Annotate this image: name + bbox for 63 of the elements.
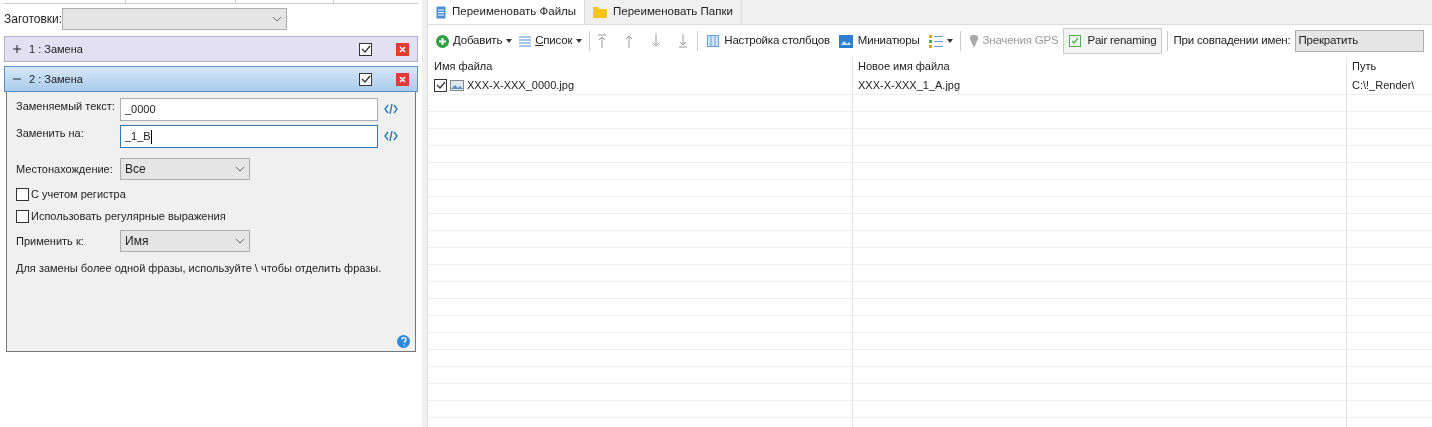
view-options-button[interactable]	[928, 34, 953, 48]
row-checkbox[interactable]	[434, 78, 447, 92]
rule-title: 1 : Замена	[29, 41, 84, 57]
list-button[interactable]: Список	[519, 32, 583, 50]
enable-checkbox[interactable]	[359, 72, 372, 86]
delete-icon[interactable]	[396, 42, 409, 56]
document-icon	[436, 5, 446, 19]
column-header[interactable]: Путь	[1346, 57, 1432, 76]
chevron-down-icon	[235, 166, 245, 172]
image-icon	[838, 34, 853, 48]
delete-icon[interactable]	[396, 72, 409, 86]
list-icon	[519, 35, 532, 47]
thumbnails-button[interactable]: Миниатюры	[838, 32, 920, 50]
conflict-dropdown[interactable]: Прекратить	[1295, 30, 1424, 52]
image-file-icon	[450, 79, 464, 91]
table-cell-text: XXX-X-XXX_0000.jpg	[467, 77, 574, 93]
option-checkbox[interactable]	[16, 187, 29, 201]
columns-icon	[707, 35, 720, 47]
field-label: Заменяемый текст:	[16, 99, 116, 113]
table-cell-text: C:\!_Render\	[1352, 77, 1415, 93]
text-field[interactable]: _0000	[120, 98, 378, 121]
presets-label: Заготовки:	[4, 11, 63, 28]
field-label: Заменить на:	[16, 126, 85, 140]
folder-icon	[593, 6, 608, 18]
column-header[interactable]: Имя файла	[428, 57, 852, 76]
caret-icon	[946, 39, 953, 43]
pair-renaming-button[interactable]: Pair renaming	[1063, 28, 1163, 54]
minus-icon[interactable]	[13, 75, 21, 83]
caret-icon	[576, 39, 583, 43]
table-cell-text: XXX-X-XXX_1_A.jpg	[858, 77, 961, 93]
check-icon	[1069, 35, 1082, 47]
location-pin-icon	[969, 34, 978, 48]
location-dropdown[interactable]: Все	[120, 158, 250, 180]
text-field[interactable]: _1_B	[120, 125, 378, 148]
location-label: Местонахождение:	[16, 161, 114, 177]
move-bottom-icon[interactable]	[678, 34, 689, 48]
enable-checkbox[interactable]	[359, 42, 372, 56]
apply-to-label: Применить к:	[16, 233, 85, 249]
rule-header[interactable]: 1 : Замена	[4, 36, 418, 62]
move-down-icon[interactable]	[651, 34, 662, 48]
conflict-label: При совпадении имен:	[1173, 33, 1291, 49]
option-checkbox[interactable]	[16, 209, 29, 223]
apply-to-dropdown[interactable]: Имя	[120, 230, 250, 252]
add-button[interactable]: Добавить	[436, 32, 513, 50]
columns-button[interactable]: Настройка столбцов	[707, 32, 830, 50]
move-top-icon[interactable]	[597, 34, 608, 48]
chevron-down-icon	[235, 238, 245, 244]
rule-header[interactable]: 2 : Замена	[4, 66, 418, 92]
option-label: С учетом регистра	[31, 186, 126, 202]
plus-circle-icon	[436, 34, 449, 48]
code-icon[interactable]	[384, 104, 398, 114]
code-icon[interactable]	[384, 131, 398, 141]
rule-title: 2 : Замена	[29, 71, 84, 87]
caret-icon	[506, 39, 513, 43]
bullet-list-icon	[928, 34, 943, 48]
chevron-down-icon	[272, 16, 283, 22]
column-header[interactable]: Новое имя файла	[852, 57, 1346, 76]
option-label: Использовать регулярные выражения	[31, 208, 226, 224]
move-up-icon[interactable]	[624, 34, 635, 48]
plus-icon[interactable]	[13, 45, 21, 53]
hint-text: Для замены более одной фразы, используйте \ чтобы отделить фразы.	[16, 261, 383, 276]
help-icon[interactable]	[397, 335, 410, 348]
tab[interactable]: Переименовать Файлы	[428, 0, 586, 24]
